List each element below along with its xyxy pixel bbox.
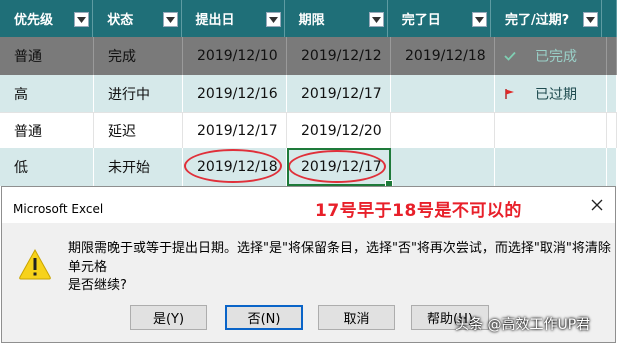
warning-icon [18, 248, 52, 280]
cell-extra[interactable] [607, 37, 617, 75]
filter-dropdown-icon[interactable] [471, 12, 487, 27]
cell-status[interactable]: 进行中 [94, 75, 183, 112]
filter-dropdown-icon[interactable] [368, 12, 384, 27]
cell-priority[interactable]: 低 [0, 148, 94, 186]
header-label: 完了日 [401, 13, 441, 28]
header-cell-proposed[interactable]: 提出日 [182, 0, 285, 37]
cell-status[interactable]: 完成 [94, 37, 183, 75]
cell-flag[interactable] [495, 113, 607, 149]
header-label: 状态 [107, 13, 134, 28]
header-cell-status[interactable]: 状态 [93, 0, 182, 37]
header-cell-deadline[interactable]: 期限 [285, 0, 388, 37]
header-label: 期限 [298, 13, 325, 28]
cell-status[interactable]: 延迟 [94, 113, 183, 149]
cell-extra[interactable] [607, 113, 617, 149]
dialog-question: 是否继续? [68, 278, 127, 293]
no-button[interactable]: 否(N) [225, 305, 303, 330]
cell-priority[interactable]: 高 [0, 75, 94, 112]
red-flag-icon [503, 88, 517, 100]
cell-deadline[interactable]: 2019/12/17 [287, 75, 391, 112]
cell-proposed[interactable]: 2019/12/10 [183, 37, 287, 75]
close-icon[interactable] [589, 197, 605, 213]
cell-completed[interactable] [391, 75, 495, 112]
spreadsheet-table: 优先级 状态 提出日 期限 完了日 完了/过期? 普通 完成 2019/12/1… [0, 0, 617, 188]
table-row: 普通 完成 2019/12/10 2019/12/12 2019/12/18 已… [0, 37, 617, 75]
header-label: 提出日 [195, 13, 235, 28]
excel-dialog: Microsoft Excel 17号早于18号是不可以的 期限需晚于或等于提出… [1, 186, 616, 343]
table-row: 普通 延迟 2019/12/17 2019/12/20 [0, 112, 617, 150]
filter-dropdown-icon[interactable] [583, 12, 598, 27]
cell-flag[interactable] [495, 148, 607, 186]
cell-completed[interactable] [391, 113, 495, 149]
cell-priority[interactable]: 普通 [0, 37, 94, 75]
cell-flag[interactable]: 已过期 [495, 75, 607, 112]
watermark: 头条 @高效工作UP君 [455, 314, 590, 334]
header-label: 完了/过期? [504, 13, 570, 28]
filter-dropdown-icon[interactable] [265, 12, 281, 27]
red-ellipse-proposed [184, 149, 282, 183]
dialog-message: 期限需晚于或等于提出日期。选择"是"将保留条目，选择"否"将再次尝试，而选择"取… [68, 241, 611, 275]
header-cell-flag[interactable]: 完了/过期? [491, 0, 602, 37]
yes-button[interactable]: 是(Y) [130, 305, 207, 330]
cell-status[interactable]: 未开始 [94, 148, 183, 186]
header-cell-priority[interactable]: 优先级 [0, 0, 94, 37]
watermark-text: 头条 @高效工作UP君 [455, 317, 591, 333]
check-icon [503, 51, 517, 61]
dialog-body: 期限需晚于或等于提出日期。选择"是"将保留条目，选择"否"将再次尝试，而选择"取… [2, 223, 615, 342]
filter-dropdown-icon[interactable] [162, 12, 178, 27]
cell-completed[interactable]: 2019/12/18 [391, 37, 495, 75]
header-label: 优先级 [14, 13, 54, 28]
filter-dropdown-icon[interactable] [74, 12, 90, 27]
cell-deadline[interactable]: 2019/12/20 [287, 113, 391, 149]
cell-proposed[interactable]: 2019/12/17 [183, 113, 287, 149]
header-cell-completed[interactable]: 完了日 [388, 0, 491, 37]
selected-cell-outline [287, 148, 393, 188]
flag-text: 已过期 [535, 86, 577, 103]
cell-completed[interactable] [391, 148, 495, 186]
dialog-title: Microsoft Excel [13, 202, 104, 216]
flag-text: 已完成 [535, 49, 577, 65]
table-header-row: 优先级 状态 提出日 期限 完了日 完了/过期? [0, 0, 617, 37]
header-cell-extra[interactable] [602, 0, 617, 37]
annotation-text: 17号早于18号是不可以的 [315, 201, 522, 221]
cell-priority[interactable]: 普通 [0, 113, 94, 149]
cell-flag[interactable]: 已完成 [495, 37, 607, 75]
cell-extra[interactable] [607, 75, 617, 112]
cell-deadline[interactable]: 2019/12/12 [287, 37, 391, 75]
cancel-button[interactable]: 取消 [318, 305, 395, 330]
cell-extra[interactable] [607, 148, 617, 186]
cell-proposed[interactable]: 2019/12/16 [183, 75, 287, 112]
table-row: 高 进行中 2019/12/16 2019/12/17 已过期 [0, 75, 617, 112]
